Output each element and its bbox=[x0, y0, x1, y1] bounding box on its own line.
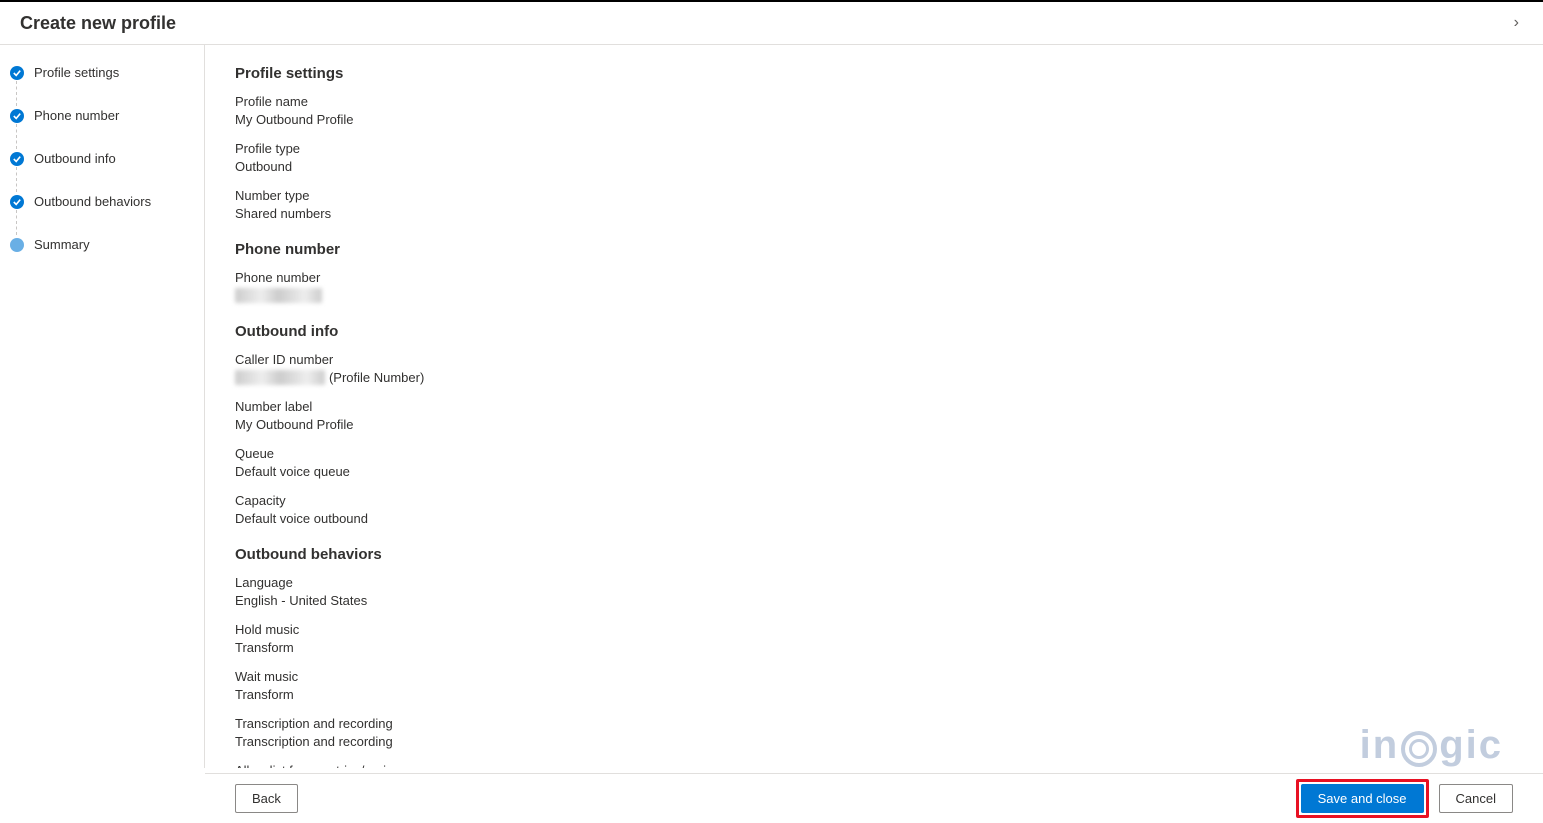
step-connector bbox=[16, 81, 17, 106]
step-connector bbox=[16, 124, 17, 149]
field-label: Caller ID number bbox=[235, 352, 1513, 367]
step-label: Phone number bbox=[34, 108, 119, 141]
field-profile-type: Profile type Outbound bbox=[235, 141, 1513, 174]
step-connector bbox=[16, 167, 17, 192]
field-number-label: Number label My Outbound Profile bbox=[235, 399, 1513, 432]
step-label: Outbound behaviors bbox=[34, 194, 151, 227]
footer-bar: Back Save and close Cancel bbox=[205, 773, 1543, 823]
field-label: Language bbox=[235, 575, 1513, 590]
field-number-type: Number type Shared numbers bbox=[235, 188, 1513, 221]
field-value: XXXXXXXXXX bbox=[235, 288, 1513, 303]
cancel-button[interactable]: Cancel bbox=[1439, 784, 1513, 813]
step-summary[interactable]: Summary bbox=[10, 237, 194, 270]
field-language: Language English - United States bbox=[235, 575, 1513, 608]
field-value: Transcription and recording bbox=[235, 734, 1513, 749]
field-allow-list: Allow list for countries/regions All cou… bbox=[235, 763, 1513, 768]
page-title: Create new profile bbox=[20, 13, 176, 34]
field-value: Transform bbox=[235, 687, 1513, 702]
annotation-highlight: Save and close bbox=[1296, 779, 1429, 818]
field-label: Profile name bbox=[235, 94, 1513, 109]
field-label: Transcription and recording bbox=[235, 716, 1513, 731]
field-label: Phone number bbox=[235, 270, 1513, 285]
save-and-close-button[interactable]: Save and close bbox=[1301, 784, 1424, 813]
section-heading: Phone number bbox=[235, 241, 1513, 258]
step-profile-settings[interactable]: Profile settings bbox=[10, 65, 194, 98]
section-outbound-info: Outbound info Caller ID number XXXX XXXX… bbox=[235, 323, 1513, 526]
step-outbound-behaviors[interactable]: Outbound behaviors bbox=[10, 194, 194, 227]
field-label: Hold music bbox=[235, 622, 1513, 637]
check-circle-icon bbox=[10, 152, 24, 166]
step-label: Profile settings bbox=[34, 65, 119, 98]
field-transcription: Transcription and recording Transcriptio… bbox=[235, 716, 1513, 749]
field-hold-music: Hold music Transform bbox=[235, 622, 1513, 655]
field-label: Allow list for countries/regions bbox=[235, 763, 1513, 768]
field-profile-name: Profile name My Outbound Profile bbox=[235, 94, 1513, 127]
field-value: XXXX XXXXXX (Profile Number) bbox=[235, 370, 1513, 385]
section-heading: Outbound behaviors bbox=[235, 546, 1513, 563]
field-label: Capacity bbox=[235, 493, 1513, 508]
step-label: Outbound info bbox=[34, 151, 116, 184]
redacted-caller-id: XXXX XXXXXX bbox=[235, 370, 325, 385]
field-value: Transform bbox=[235, 640, 1513, 655]
check-circle-icon bbox=[10, 109, 24, 123]
field-queue: Queue Default voice queue bbox=[235, 446, 1513, 479]
header-bar: Create new profile › bbox=[0, 2, 1543, 45]
section-profile-settings: Profile settings Profile name My Outboun… bbox=[235, 65, 1513, 221]
section-heading: Outbound info bbox=[235, 323, 1513, 340]
check-circle-icon bbox=[10, 195, 24, 209]
field-caller-id: Caller ID number XXXX XXXXXX (Profile Nu… bbox=[235, 352, 1513, 385]
step-phone-number[interactable]: Phone number bbox=[10, 108, 194, 141]
step-outbound-info[interactable]: Outbound info bbox=[10, 151, 194, 184]
section-phone-number: Phone number Phone number XXXXXXXXXX bbox=[235, 241, 1513, 303]
step-connector bbox=[16, 210, 17, 235]
field-value: My Outbound Profile bbox=[235, 417, 1513, 432]
chevron-right-icon[interactable]: › bbox=[1510, 12, 1523, 34]
section-outbound-behaviors: Outbound behaviors Language English - Un… bbox=[235, 546, 1513, 768]
caller-id-suffix: (Profile Number) bbox=[325, 370, 424, 385]
field-value: English - United States bbox=[235, 593, 1513, 608]
field-label: Wait music bbox=[235, 669, 1513, 684]
field-label: Profile type bbox=[235, 141, 1513, 156]
field-value: Default voice outbound bbox=[235, 511, 1513, 526]
step-label: Summary bbox=[34, 237, 90, 270]
wizard-steps-sidebar: Profile settings Phone number Outbound i… bbox=[0, 45, 205, 768]
field-value: Default voice queue bbox=[235, 464, 1513, 479]
field-capacity: Capacity Default voice outbound bbox=[235, 493, 1513, 526]
field-label: Queue bbox=[235, 446, 1513, 461]
field-label: Number type bbox=[235, 188, 1513, 203]
current-step-icon bbox=[10, 238, 24, 252]
field-value: My Outbound Profile bbox=[235, 112, 1513, 127]
field-wait-music: Wait music Transform bbox=[235, 669, 1513, 702]
back-button[interactable]: Back bbox=[235, 784, 298, 813]
field-label: Number label bbox=[235, 399, 1513, 414]
summary-content: Profile settings Profile name My Outboun… bbox=[205, 45, 1543, 768]
field-phone-number: Phone number XXXXXXXXXX bbox=[235, 270, 1513, 303]
check-circle-icon bbox=[10, 66, 24, 80]
field-value: Shared numbers bbox=[235, 206, 1513, 221]
redacted-phone: XXXXXXXXXX bbox=[235, 288, 322, 303]
section-heading: Profile settings bbox=[235, 65, 1513, 82]
field-value: Outbound bbox=[235, 159, 1513, 174]
